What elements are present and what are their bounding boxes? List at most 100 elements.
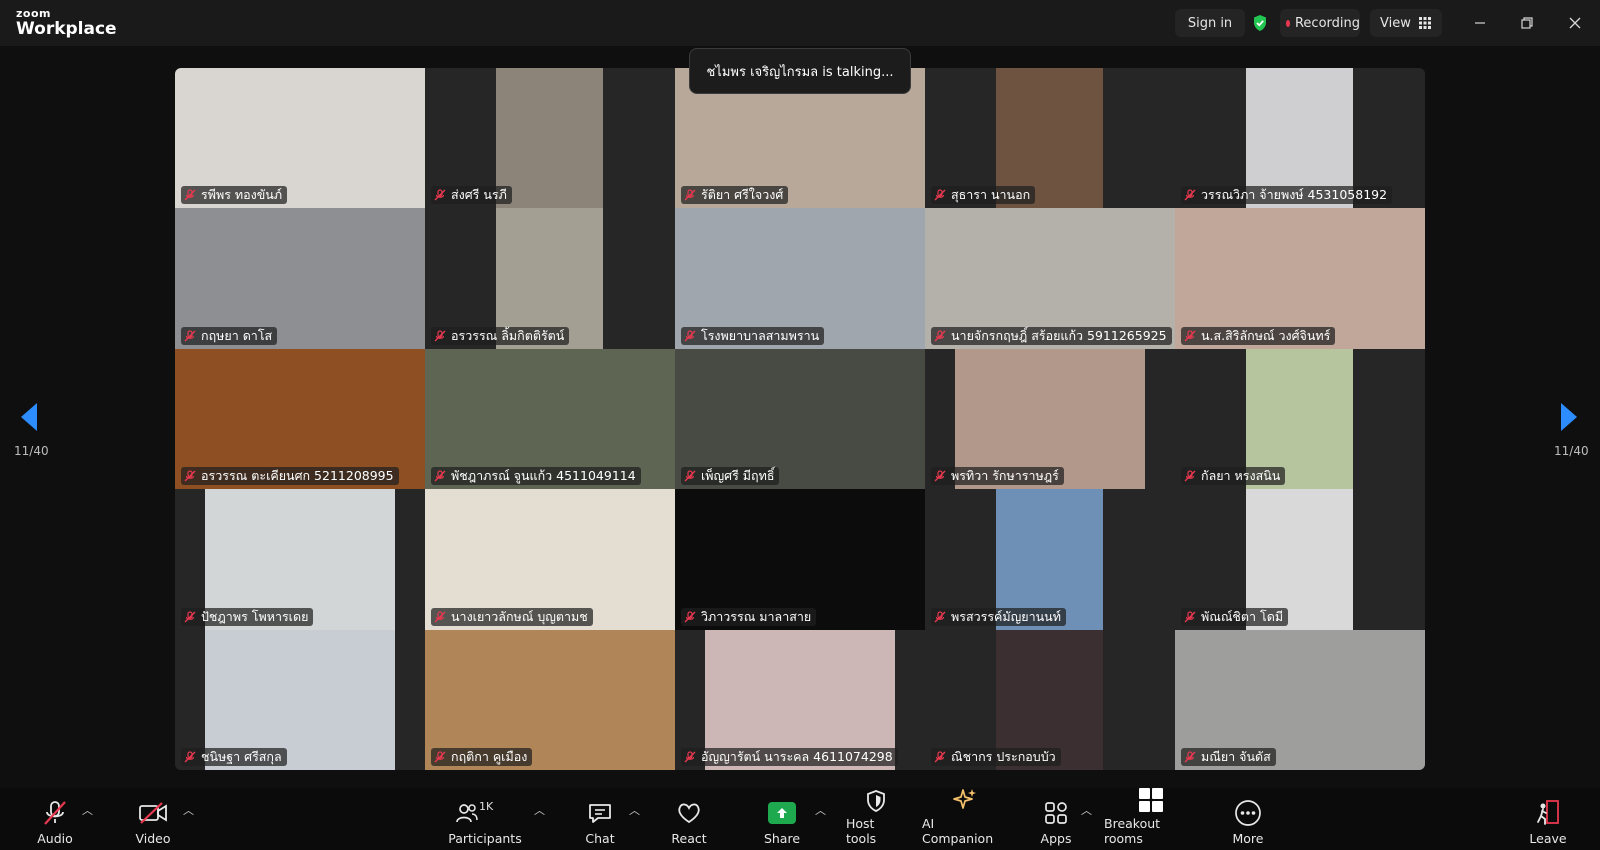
share-label: Share <box>763 831 801 846</box>
participant-name: กฤติกา คูเมือง <box>451 748 528 764</box>
participant-name: น.ส.สิริลักษณ์ วงศ์จินทร์ <box>1201 327 1331 343</box>
participant-name-tag: ส่งศรี นรภี <box>431 186 512 205</box>
sign-in-button[interactable]: Sign in <box>1175 9 1245 37</box>
view-button[interactable]: View <box>1370 9 1442 37</box>
muted-mic-icon <box>1184 470 1196 482</box>
gallery-grid: รพีพร ทองขันภ์ ส่งศรี นรภี รัติยา ศรีใจวงศ… <box>175 68 1425 770</box>
participant-name-tag: มณียา จันดัส <box>1181 747 1276 766</box>
leave-door-icon <box>1535 798 1561 828</box>
participant-name: รัติยา ศรีใจวงศ์ <box>701 187 784 203</box>
react-button[interactable]: React <box>669 794 709 846</box>
participant-name-tag: ณิชากร ประกอบบัว <box>931 747 1061 766</box>
share-options-chevron-icon[interactable]: ︿ <box>815 802 826 818</box>
participant-name: ปัชฎาพร โพหารเดย <box>201 608 309 624</box>
participant-tile[interactable]: มณียา จันดัส <box>1175 629 1425 770</box>
participant-tile[interactable]: อรวรรณ ตะเคียนศก 5211208995 <box>175 348 425 490</box>
video-button[interactable]: Video <box>132 794 174 846</box>
brand-zoom: zoom <box>16 7 51 20</box>
meeting-toolbar: Audio ︿ Video ︿ 1K Participants ︿ Chat ︿… <box>0 788 1600 850</box>
participant-name-tag: สุธารา นานอก <box>931 186 1036 205</box>
participant-name-tag: อัญญารัตน์ นาระคล 4611074298 <box>681 747 898 766</box>
participant-tile[interactable]: อรวรรณ ลิ้มกิตติรัตน์ <box>425 208 675 349</box>
leave-button[interactable]: Leave <box>1529 794 1567 846</box>
muted-mic-icon <box>684 610 696 623</box>
muted-mic-icon <box>684 751 696 763</box>
prev-page-arrow-icon[interactable] <box>19 402 39 432</box>
participant-tile[interactable]: น.ส.สิริลักษณ์ วงศ์จินทร์ <box>1175 208 1425 349</box>
participant-name-tag: รพีพร ทองขันภ์ <box>181 186 288 205</box>
participant-name-tag: พัชฎาภรณ์ จูนแก้ว 4511049114 <box>431 467 641 486</box>
participant-tile[interactable]: ส่งศรี นรภี <box>425 68 675 209</box>
ai-companion-button[interactable]: AI Companion <box>922 789 1008 846</box>
participant-name-tag: กัลยา หรงสนิน <box>1181 467 1286 486</box>
participant-name: วิภาวรรณ มาลาสาย <box>701 608 812 624</box>
participant-tile[interactable]: อัญญารัตน์ นาระคล 4611074298 <box>675 629 925 770</box>
video-off-icon <box>138 798 168 828</box>
more-icon <box>1234 798 1262 828</box>
video-label: Video <box>135 831 171 846</box>
view-label: View <box>1380 15 1411 31</box>
participant-name: อัญญารัตน์ นาระคล 4611074298 <box>701 748 893 764</box>
ai-companion-label: AI Companion <box>922 816 994 846</box>
participant-name: พัชฎาภรณ์ จูนแก้ว 4511049114 <box>451 468 636 484</box>
participant-tile[interactable]: เพ็ญศรี มีฤทธิ์ <box>675 348 925 490</box>
participant-tile[interactable]: กัลยา หรงสนิน <box>1175 348 1425 490</box>
participant-name: พรสวรรค์มัญยานนท์ <box>951 608 1061 624</box>
zoom-logo: zoom Workplace <box>16 8 117 38</box>
participants-options-chevron-icon[interactable]: ︿ <box>534 802 545 818</box>
participant-name-tag: อรวรรณ ตะเคียนศก 5211208995 <box>181 467 399 486</box>
participant-tile[interactable]: รพีพร ทองขันภ์ <box>175 68 425 209</box>
host-tools-button[interactable]: Host tools <box>846 790 906 846</box>
participant-tile[interactable]: พรทิวา รักษาราษฎร์ <box>925 348 1175 490</box>
participant-tile[interactable]: พัณณ์ชิตา โดมี <box>1175 489 1425 630</box>
participant-name-tag: พรสวรรค์มัญยานนท์ <box>931 607 1066 626</box>
participant-tile[interactable]: ณิชากร ประกอบบัว <box>925 629 1175 770</box>
more-label: More <box>1232 831 1264 846</box>
participant-name: ชนิษฐา ศรีสกุล <box>201 748 282 764</box>
minimize-icon[interactable] <box>1467 10 1493 36</box>
participant-name: เพ็ญศรี มีฤทธิ์ <box>701 468 775 484</box>
restore-icon[interactable] <box>1514 10 1540 36</box>
close-icon[interactable] <box>1562 10 1588 36</box>
participant-tile[interactable]: ชนิษฐา ศรีสกุล <box>175 629 425 770</box>
participant-name: อรวรรณ ตะเคียนศก 5211208995 <box>201 468 394 484</box>
participant-tile[interactable]: ปัชฎาพร โพหารเดย <box>175 489 425 630</box>
next-page-arrow-icon[interactable] <box>1559 402 1579 432</box>
muted-mic-icon <box>434 610 446 623</box>
more-button[interactable]: More <box>1230 794 1266 846</box>
participant-name: อรวรรณ ลิ้มกิตติรัตน์ <box>451 327 565 343</box>
chat-options-chevron-icon[interactable]: ︿ <box>629 802 640 818</box>
participant-tile[interactable]: โรงพยาบาลสามพราน <box>675 208 925 349</box>
chat-label: Chat <box>585 831 615 846</box>
apps-button[interactable]: Apps <box>1038 794 1074 846</box>
participant-tile[interactable]: กฤษยา ดาโส <box>175 208 425 349</box>
breakout-rooms-button[interactable]: Breakout rooms <box>1104 788 1198 846</box>
audio-options-chevron-icon[interactable]: ︿ <box>82 802 93 818</box>
participant-tile[interactable]: พัชฎาภรณ์ จูนแก้ว 4511049114 <box>425 348 675 490</box>
active-speaker-banner: ชไมพร เจริญไกรมล is talking... <box>689 48 911 94</box>
muted-mic-icon <box>434 470 446 482</box>
share-button[interactable]: Share <box>762 794 802 846</box>
participants-button[interactable]: 1K Participants <box>447 794 523 846</box>
participant-tile[interactable]: วรรณวิภา จ้ายพงษ์ 4531058192 <box>1175 68 1425 209</box>
participant-tile[interactable]: วิภาวรรณ มาลาสาย <box>675 489 925 630</box>
video-options-chevron-icon[interactable]: ︿ <box>183 802 194 818</box>
muted-mic-icon <box>684 470 696 482</box>
participant-tile[interactable]: นายจักรกฤษฎิ์ สร้อยแก้ว 5911265925 <box>925 208 1175 349</box>
apps-options-chevron-icon[interactable]: ︿ <box>1081 802 1092 818</box>
security-shield-icon[interactable] <box>1249 9 1271 37</box>
chat-icon <box>587 798 613 828</box>
muted-mic-icon <box>684 189 696 201</box>
chat-button[interactable]: Chat <box>583 794 617 846</box>
participant-name-tag: อรวรรณ ลิ้มกิตติรัตน์ <box>431 326 570 345</box>
audio-button[interactable]: Audio <box>34 794 76 846</box>
participant-name: ณิชากร ประกอบบัว <box>951 748 1056 764</box>
participant-tile[interactable]: นางเยาวลักษณ์ บุญตามช <box>425 489 675 630</box>
host-tools-label: Host tools <box>846 816 877 846</box>
page-indicator-right: 11/40 <box>1554 444 1589 458</box>
participant-tile[interactable]: พรสวรรค์มัญยานนท์ <box>925 489 1175 630</box>
participant-tile[interactable]: สุธารา นานอก <box>925 68 1175 209</box>
recording-indicator[interactable]: Recording <box>1280 9 1360 37</box>
participant-tile[interactable]: กฤติกา คูเมือง <box>425 629 675 770</box>
recording-dot-icon <box>1286 19 1290 27</box>
